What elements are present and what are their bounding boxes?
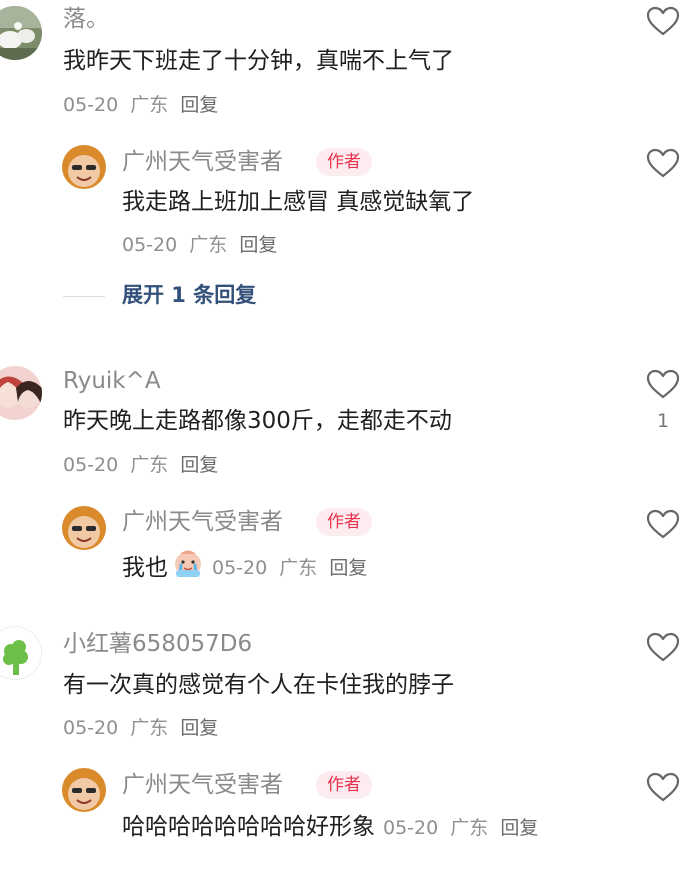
- comment-username[interactable]: Ryuik^A: [63, 366, 161, 396]
- comment-text: 我昨天下班走了十分钟，真喘不上气了: [63, 48, 454, 74]
- avatar[interactable]: [0, 6, 42, 60]
- reply-button[interactable]: 回复: [239, 234, 277, 256]
- avatar[interactable]: [0, 626, 42, 680]
- like-heart-icon[interactable]: [646, 6, 680, 36]
- reply-meta: 05-20 广东 回复: [212, 555, 373, 581]
- reply-button[interactable]: 回复: [180, 717, 218, 739]
- reply-text-row: 哈哈哈哈哈哈哈哈好形象 05-20 广东 回复: [122, 811, 544, 843]
- comment-location: 广东: [130, 94, 169, 116]
- reply-location: 广东: [450, 817, 489, 839]
- reply-text-row: 我也 05-20 广东 回复: [122, 548, 373, 587]
- like-heart-icon[interactable]: [646, 369, 680, 399]
- reply-text: 哈哈哈哈哈哈哈哈好形象: [122, 814, 375, 840]
- like-heart-icon[interactable]: [646, 632, 680, 662]
- reply-username[interactable]: 广州天气受害者: [122, 507, 283, 537]
- reply-location: 广东: [189, 234, 228, 256]
- avatar[interactable]: [0, 366, 42, 420]
- author-badge: 作者: [316, 771, 372, 799]
- comment-location: 广东: [130, 454, 169, 476]
- reply-avatar[interactable]: [62, 145, 106, 189]
- reply-date: 05-20: [212, 556, 268, 579]
- like-heart-icon[interactable]: [646, 148, 680, 178]
- comment-text: 昨天晚上走路都像300斤，走都走不动: [63, 408, 452, 434]
- reply-text: 我也: [122, 554, 168, 581]
- comment-meta: 05-20 广东 回复: [63, 715, 224, 741]
- reply-button[interactable]: 回复: [180, 94, 218, 116]
- comment-text: 有一次真的感觉有个人在卡住我的脖子: [63, 672, 454, 698]
- reply-button[interactable]: 回复: [329, 557, 367, 579]
- reply-avatar[interactable]: [62, 768, 106, 812]
- comment-date: 05-20: [63, 717, 119, 739]
- comment-meta: 05-20 广东 回复: [63, 92, 224, 118]
- author-badge: 作者: [316, 508, 372, 536]
- reply-username[interactable]: 广州天气受害者: [122, 770, 283, 800]
- reply-date: 05-20: [122, 234, 178, 256]
- like-heart-icon[interactable]: [646, 509, 680, 539]
- comment-meta: 05-20 广东 回复: [63, 452, 224, 478]
- comment-date: 05-20: [63, 94, 119, 116]
- reply-location: 广东: [279, 556, 318, 579]
- comment-location: 广东: [130, 717, 169, 739]
- comment-date: 05-20: [63, 454, 119, 476]
- reply-meta: 05-20 广东 回复: [122, 232, 283, 258]
- like-heart-icon[interactable]: [646, 772, 680, 802]
- reply-button[interactable]: 回复: [180, 454, 218, 476]
- reply-date: 05-20: [383, 817, 439, 839]
- reply-text: 我走路上班加上感冒 真感觉缺氧了: [122, 189, 475, 215]
- reply-button[interactable]: 回复: [500, 817, 538, 839]
- reply-avatar[interactable]: [62, 506, 106, 550]
- expand-replies-link[interactable]: 展开 1 条回复: [122, 281, 256, 309]
- reply-username[interactable]: 广州天气受害者: [122, 147, 283, 177]
- expand-divider: [63, 296, 105, 297]
- crying-emoji-icon: [172, 548, 204, 587]
- comment-username[interactable]: 小红薯658057D6: [63, 629, 252, 659]
- reply-meta: 05-20 广东 回复: [383, 815, 544, 841]
- like-count: 1: [656, 410, 670, 432]
- author-badge: 作者: [316, 148, 372, 176]
- comment-username[interactable]: 落。: [63, 4, 109, 34]
